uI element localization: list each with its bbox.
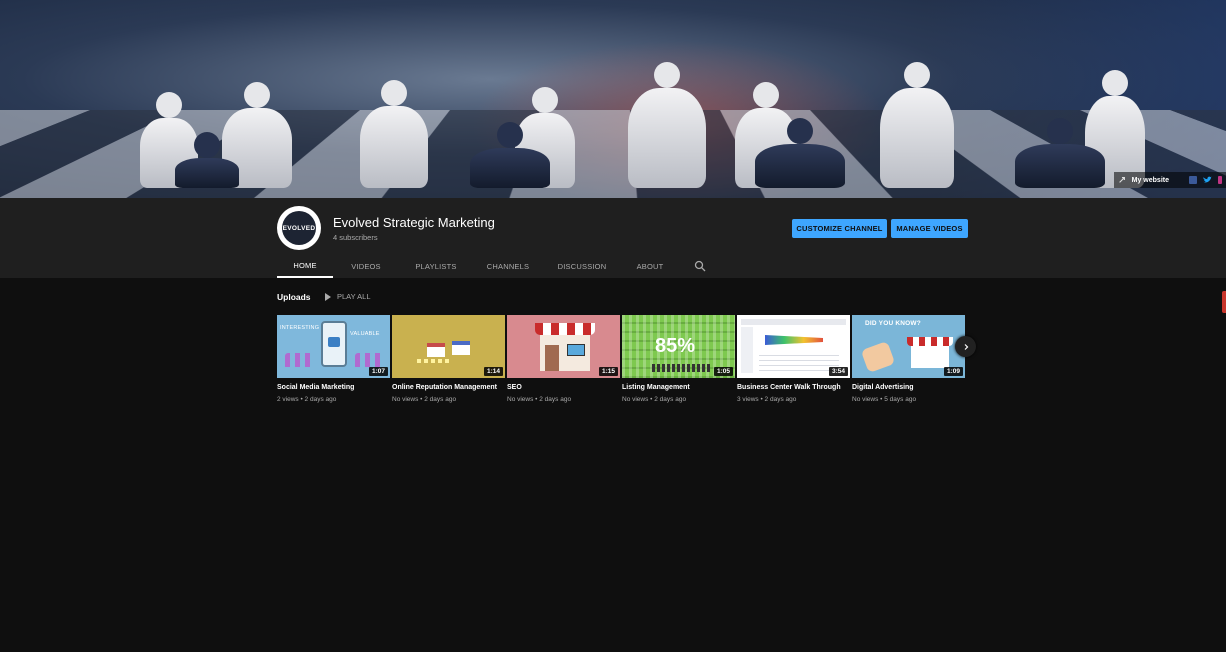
- video-title[interactable]: Digital Advertising: [852, 383, 965, 392]
- facebook-icon[interactable]: [1189, 176, 1197, 184]
- chess-dark-piece-image: [175, 158, 239, 188]
- thumbnail-text: INTERESTING: [280, 325, 320, 331]
- video-meta: 2 views • 2 days ago: [277, 396, 337, 403]
- chess-dark-piece-image: [755, 144, 845, 188]
- chess-pawn-image: [628, 88, 706, 188]
- storefront-image: [452, 341, 470, 355]
- twitter-icon[interactable]: [1203, 176, 1212, 184]
- subscriber-count: 4 subscribers: [333, 233, 378, 242]
- video-meta: No views • 2 days ago: [507, 396, 572, 403]
- video-thumbnail[interactable]: 1:14: [392, 315, 505, 378]
- video-thumbnail[interactable]: DID YOU KNOW? 1:09: [852, 315, 965, 378]
- shelf-next-button[interactable]: [955, 336, 976, 357]
- chess-dark-piece-image: [470, 148, 550, 188]
- thumbs-up-image: [328, 337, 340, 347]
- play-all-button[interactable]: PLAY ALL: [325, 292, 371, 301]
- manage-videos-button[interactable]: MANAGE VIDEOS: [891, 219, 968, 238]
- chess-pawn-image: [880, 88, 954, 188]
- chess-dark-piece-image: [1015, 144, 1105, 188]
- dashboard-screenshot-image: [741, 319, 846, 325]
- dashboard-screenshot-image: [741, 327, 753, 373]
- video-card[interactable]: DID YOU KNOW? 1:09 Digital Advertising N…: [852, 315, 965, 403]
- awning-image: [535, 323, 595, 335]
- video-duration: 1:14: [483, 367, 503, 376]
- people-row-image: [652, 364, 712, 372]
- tab-channels[interactable]: CHANNELS: [476, 255, 540, 278]
- funnel-chart-image: [765, 335, 823, 345]
- video-meta: No views • 5 days ago: [852, 396, 917, 403]
- hands-image: [860, 340, 896, 374]
- banner-links: My website: [1113, 172, 1226, 188]
- channel-title: Evolved Strategic Marketing: [333, 215, 495, 230]
- tab-playlists[interactable]: PLAYLISTS: [404, 255, 468, 278]
- video-meta: No views • 2 days ago: [392, 396, 457, 403]
- video-duration: 3:54: [828, 367, 848, 376]
- dashboard-lines-image: [759, 351, 839, 371]
- instagram-icon[interactable]: [1218, 176, 1222, 184]
- search-icon[interactable]: [694, 260, 706, 272]
- side-feedback-tab[interactable]: [1222, 291, 1226, 313]
- play-all-label: PLAY ALL: [337, 292, 371, 301]
- tab-about[interactable]: ABOUT: [624, 255, 676, 278]
- people-image: [285, 353, 315, 367]
- channel-tabs: HOME VIDEOS PLAYLISTS CHANNELS DISCUSSIO…: [277, 255, 676, 278]
- my-website-link[interactable]: My website: [1132, 177, 1169, 184]
- thumbnail-text: VALUABLE: [350, 331, 380, 337]
- video-duration: 1:15: [598, 367, 618, 376]
- video-duration: 1:05: [713, 367, 733, 376]
- video-card[interactable]: INTERESTING VALUABLE 1:07 Social Media M…: [277, 315, 390, 403]
- video-title[interactable]: Online Reputation Management: [392, 383, 505, 392]
- customize-channel-button[interactable]: CUSTOMIZE CHANNEL: [792, 219, 887, 238]
- awning-image: [907, 337, 953, 346]
- video-thumbnail[interactable]: INTERESTING VALUABLE 1:07: [277, 315, 390, 378]
- video-card[interactable]: 1:15 SEO No views • 2 days ago: [507, 315, 620, 403]
- tab-videos[interactable]: VIDEOS: [336, 255, 396, 278]
- door-image: [545, 345, 559, 371]
- tab-home[interactable]: HOME: [277, 255, 333, 278]
- channel-avatar[interactable]: EVOLVED: [277, 206, 321, 250]
- thumbnail-headline: DID YOU KNOW?: [865, 320, 921, 327]
- storefront-image: [911, 346, 949, 368]
- video-thumbnail[interactable]: 85% 1:05: [622, 315, 735, 378]
- uploads-shelf-title[interactable]: Uploads: [277, 292, 311, 302]
- tab-discussion[interactable]: DISCUSSION: [546, 255, 618, 278]
- video-title[interactable]: Listing Management: [622, 383, 735, 392]
- video-meta: No views • 2 days ago: [622, 396, 687, 403]
- video-meta: 3 views • 2 days ago: [737, 396, 797, 403]
- chevron-right-icon: [964, 343, 968, 350]
- storefront-image: [427, 343, 445, 357]
- channel-banner: My website: [0, 0, 1226, 198]
- video-thumbnail[interactable]: 3:54: [737, 315, 850, 378]
- link-icon: [1118, 177, 1125, 183]
- stars-image: [417, 359, 451, 363]
- video-title[interactable]: Social Media Marketing: [277, 383, 390, 392]
- percentage-text: 85%: [655, 335, 696, 357]
- people-image: [355, 353, 385, 367]
- video-duration: 1:07: [368, 367, 388, 376]
- video-card[interactable]: 85% 1:05 Listing Management No views • 2…: [622, 315, 735, 403]
- video-title[interactable]: SEO: [507, 383, 620, 392]
- laptop-image: [567, 344, 585, 356]
- video-card[interactable]: 1:14 Online Reputation Management No vie…: [392, 315, 505, 403]
- video-card[interactable]: 3:54 Business Center Walk Through 3 view…: [737, 315, 850, 403]
- video-title[interactable]: Business Center Walk Through: [737, 383, 850, 392]
- play-icon: [325, 292, 331, 301]
- video-thumbnail[interactable]: 1:15: [507, 315, 620, 378]
- video-duration: 1:09: [943, 367, 963, 376]
- avatar-logo: EVOLVED: [282, 211, 316, 245]
- chess-pawn-image: [360, 106, 428, 188]
